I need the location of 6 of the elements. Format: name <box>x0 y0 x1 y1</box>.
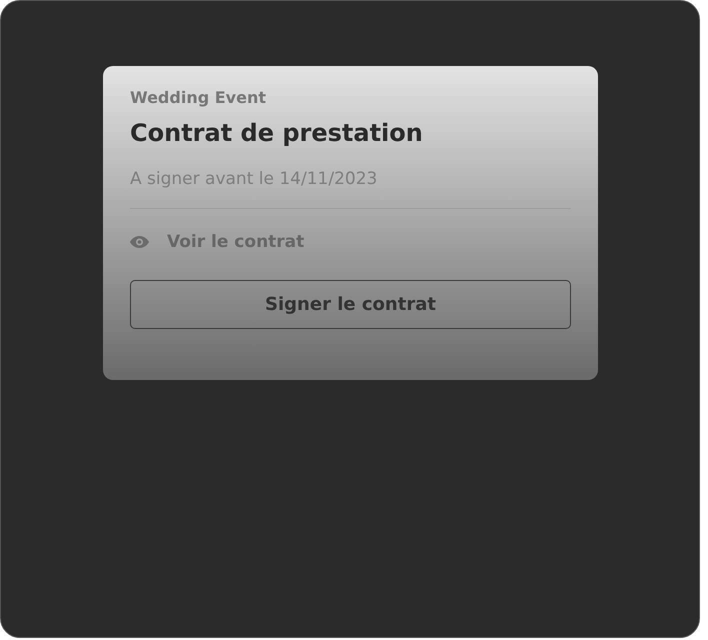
deadline-text: A signer avant le 14/11/2023 <box>130 169 378 189</box>
sign-contract-button[interactable]: Signer le contrat <box>130 280 571 329</box>
event-name: Wedding Event <box>130 88 267 107</box>
contract-title: Contrat de prestation <box>130 119 424 147</box>
eye-icon <box>130 236 149 248</box>
view-contract-link[interactable]: Voir le contrat <box>167 232 304 252</box>
